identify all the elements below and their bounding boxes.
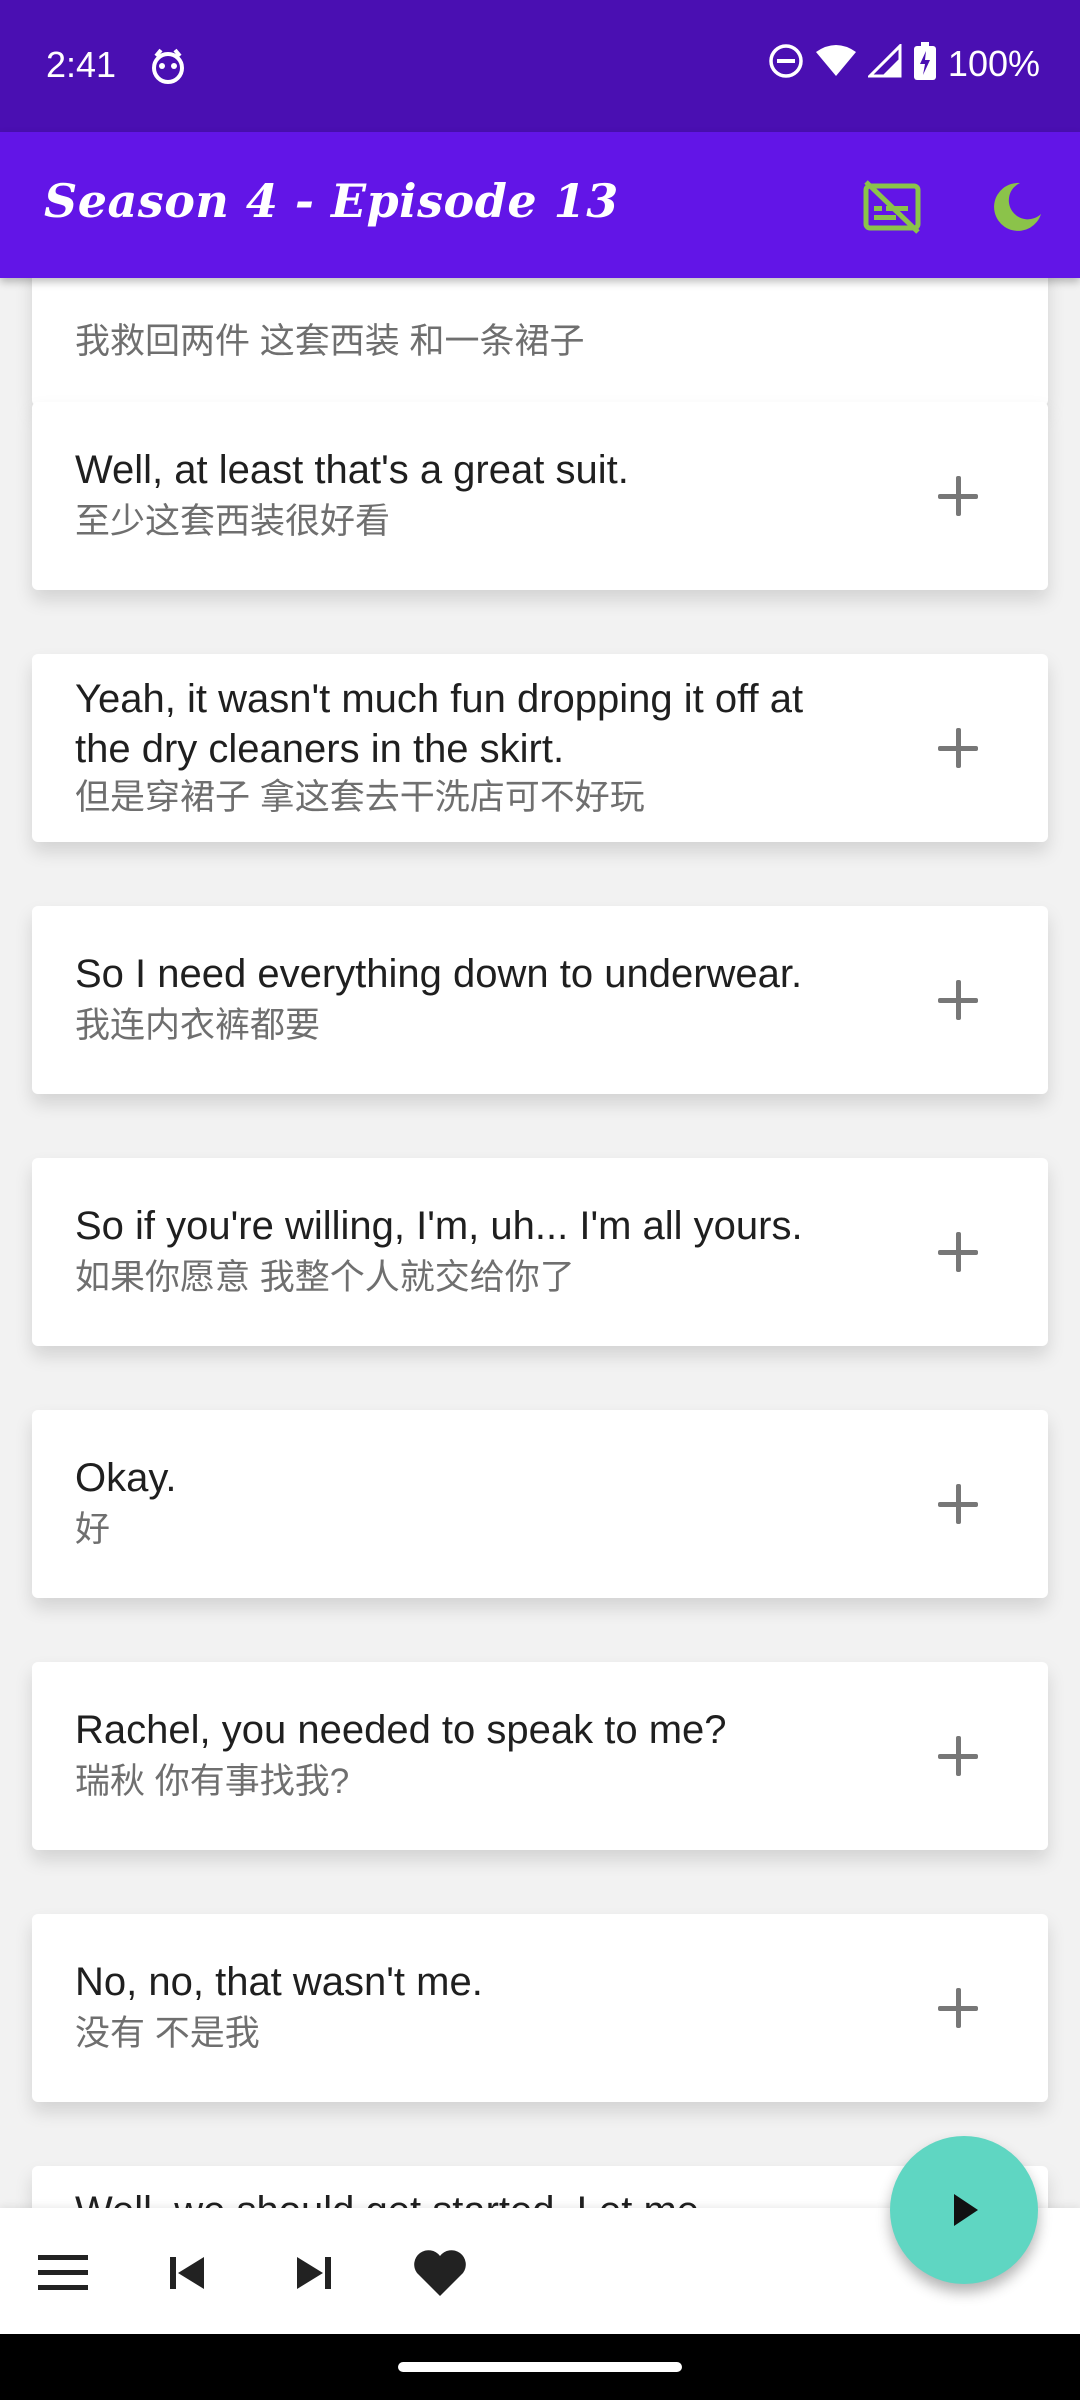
add-phrase-button[interactable] xyxy=(928,1978,988,2038)
home-gesture-handle[interactable] xyxy=(398,2362,682,2372)
next-button[interactable] xyxy=(283,2248,343,2298)
add-phrase-button[interactable] xyxy=(928,1726,988,1786)
add-phrase-button[interactable] xyxy=(928,718,988,778)
battery-charging-icon xyxy=(913,42,936,85)
subtitle-original: So if you're willing, I'm, uh... I'm all… xyxy=(75,1204,803,1248)
dark-mode-button[interactable] xyxy=(982,172,1052,242)
subtitles-off-icon xyxy=(863,180,921,234)
menu-icon xyxy=(38,2255,88,2290)
dark-mode-icon xyxy=(994,182,1041,231)
subtitle-translation: 我救回两件 这套西装 和一条裙子 xyxy=(75,322,585,361)
subtitle-translation: 我连内衣裤都要 xyxy=(75,1006,321,1045)
subtitle-original: So I need everything down to underwear. xyxy=(75,952,803,996)
add-phrase-button[interactable] xyxy=(928,1474,988,1534)
subtitle-card[interactable]: So if you're willing, I'm, uh... I'm all… xyxy=(32,1158,1048,1346)
subtitle-original: No, no, that wasn't me. xyxy=(75,1960,483,2004)
subtitle-list[interactable]: 我救回两件 这套西装 和一条裙子 Well, at least that's a… xyxy=(0,278,1080,2208)
skip-next-icon xyxy=(297,2257,331,2289)
system-navigation-bar xyxy=(0,2334,1080,2400)
signal-icon xyxy=(866,42,902,83)
add-phrase-button[interactable] xyxy=(928,970,988,1030)
status-bar: 2:41 100% xyxy=(0,0,1080,132)
subtitle-translation: 瑞秋 你有事找我? xyxy=(75,1762,350,1801)
subtitle-card[interactable]: 我救回两件 这套西装 和一条裙子 xyxy=(32,278,1048,406)
subtitle-card[interactable]: No, no, that wasn't me. 没有 不是我 xyxy=(32,1914,1048,2102)
subtitle-card[interactable]: Well, at least that's a great suit. 至少这套… xyxy=(32,402,1048,590)
subtitle-card[interactable]: So I need everything down to underwear. … xyxy=(32,906,1048,1094)
subtitle-card[interactable]: Rachel, you needed to speak to me? 瑞秋 你有… xyxy=(32,1662,1048,1850)
dnd-icon xyxy=(768,43,804,84)
favorite-button[interactable] xyxy=(410,2248,470,2298)
add-phrase-button[interactable] xyxy=(928,466,988,526)
status-icons: 100% xyxy=(768,42,1040,85)
subtitle-original: Well, at least that's a great suit. xyxy=(75,448,629,492)
subtitle-original: Well, we should get started. Let me xyxy=(75,2186,988,2208)
play-icon xyxy=(954,2194,978,2226)
add-phrase-button[interactable] xyxy=(928,1222,988,1282)
subtitles-off-button[interactable] xyxy=(857,172,927,242)
subtitle-translation: 但是穿裙子 拿这套去干洗店可不好玩 xyxy=(75,778,645,817)
subtitle-translation: 如果你愿意 我整个人就交给你了 xyxy=(75,1258,575,1297)
subtitle-original: Okay. xyxy=(75,1456,177,1500)
subtitle-translation: 没有 不是我 xyxy=(75,2014,260,2053)
skip-previous-icon xyxy=(170,2257,204,2289)
menu-button[interactable] xyxy=(33,2248,93,2298)
app-bar: Season 4 - Episode 13 xyxy=(0,132,1080,278)
battery-percent: 100% xyxy=(947,42,1040,84)
favorite-icon xyxy=(414,2250,466,2296)
subtitle-card[interactable]: Okay. 好 xyxy=(32,1410,1048,1598)
subtitle-original: Rachel, you needed to speak to me? xyxy=(75,1708,727,1752)
wifi-icon xyxy=(815,44,856,83)
subtitle-original: Yeah, it wasn't much fun dropping it off… xyxy=(75,677,804,771)
app-notification-icon xyxy=(148,46,188,86)
subtitle-translation: 好 xyxy=(75,1510,111,1549)
play-button[interactable] xyxy=(890,2136,1038,2284)
subtitle-card[interactable]: Yeah, it wasn't much fun dropping it off… xyxy=(32,654,1048,842)
page-title: Season 4 - Episode 13 xyxy=(44,174,619,228)
previous-button[interactable] xyxy=(158,2248,218,2298)
status-time: 2:41 xyxy=(46,44,117,85)
subtitle-translation: 至少这套西装很好看 xyxy=(75,502,391,541)
